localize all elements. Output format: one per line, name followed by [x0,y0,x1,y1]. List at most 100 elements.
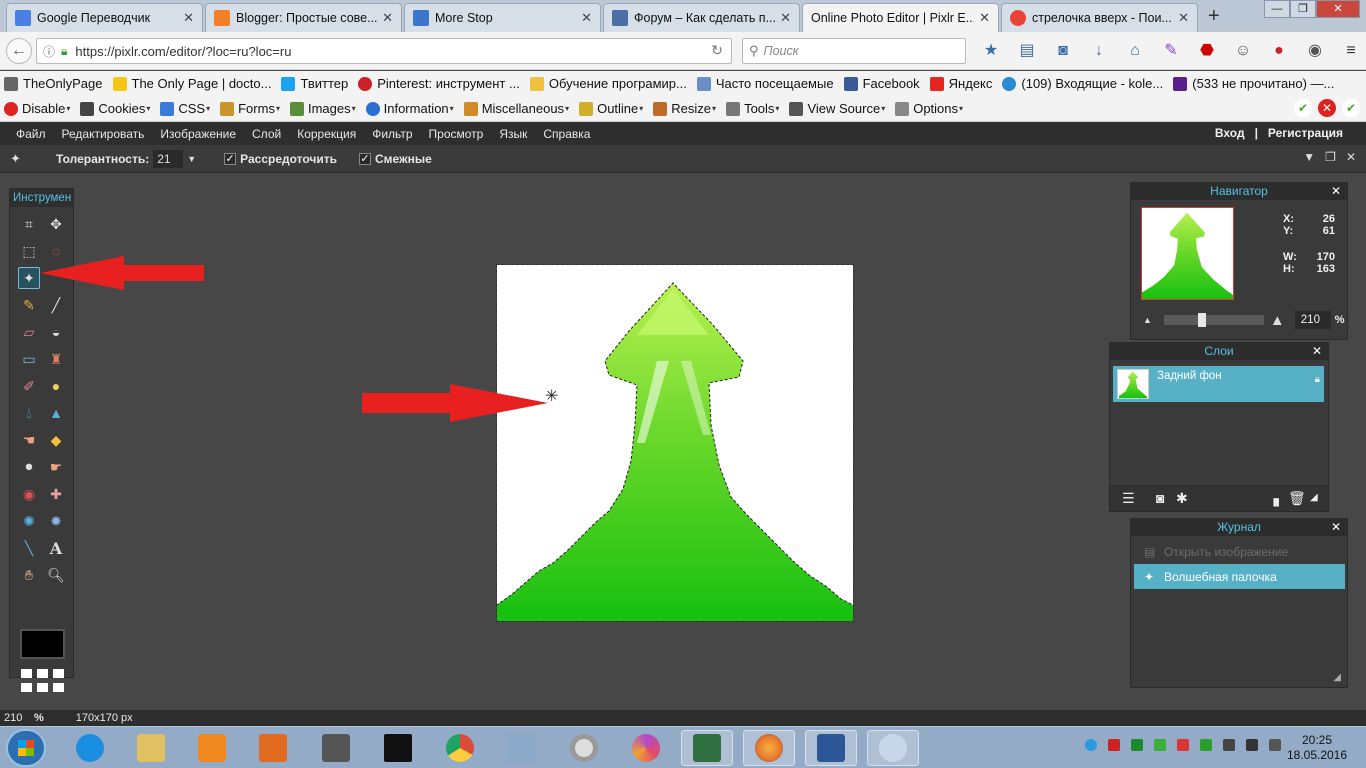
check-icon[interactable]: ✔ [1294,99,1312,117]
sync-icon[interactable] [1200,739,1212,751]
bookmark-item[interactable]: TheOnlyPage [4,76,103,91]
menu-language[interactable]: Язык [491,127,535,141]
internet-explorer-icon[interactable] [64,730,116,766]
menu-view[interactable]: Просмотр [421,127,492,141]
hand-icon[interactable]: ✋︎ [18,564,40,586]
layer-settings-icon[interactable]: ☰ [1122,490,1135,507]
status-zoom[interactable]: 210 [4,712,34,724]
menu-filter[interactable]: Фильтр [364,127,420,141]
paint-icon[interactable] [867,730,919,766]
calculator-icon[interactable] [495,730,547,766]
dev-menu-forms[interactable]: Forms ▾ [220,101,280,116]
network-monitor-icon[interactable] [1131,739,1143,751]
bookmark-item[interactable]: Facebook [843,76,920,91]
bookmark-item[interactable]: (533 не прочитано) —... [1173,76,1334,91]
checkmark-icon[interactable] [1154,739,1166,751]
window-close-icon[interactable]: ✕ [1316,0,1360,18]
reload-icon[interactable]: ↻ [711,42,723,59]
blocked-icon[interactable] [1177,739,1189,751]
maximize-icon[interactable]: ❐ [1290,0,1316,18]
browser-tab-active[interactable]: Online Photo Editor | Pixlr E... ✕ [802,3,999,32]
dev-menu-tools[interactable]: Tools ▾ [726,101,779,116]
bookmark-item[interactable]: Твиттер [281,76,348,91]
close-icon[interactable]: ✕ [1331,519,1341,536]
dev-menu-resize[interactable]: Resize ▾ [653,101,716,116]
clone-stamp-icon[interactable]: ♜ [45,348,67,370]
browser-tab[interactable]: Google Переводчик ✕ [6,3,203,32]
download-icon[interactable]: ↓ [1086,40,1112,62]
bookmark-item[interactable]: (109) Входящие - kole... [1002,76,1163,91]
text-icon[interactable]: A [45,537,67,559]
sponge-icon[interactable]: ◆ [45,429,67,451]
bloat-icon[interactable]: ✺ [18,510,40,532]
menu-adjustment[interactable]: Коррекция [289,127,364,141]
close-icon[interactable]: ✕ [1312,343,1322,360]
history-item-active[interactable]: ✦ Волшебная палочка [1134,564,1345,589]
telegram-icon[interactable] [1085,739,1097,751]
menu-image[interactable]: Изображение [152,127,244,141]
layer-item[interactable]: Задний фон 🔒︎ [1113,366,1324,402]
menu-layer[interactable]: Слой [244,127,289,141]
zoom-icon[interactable]: 🔍︎ [45,564,67,586]
check-icon[interactable]: ✔ [1342,99,1360,117]
feather-icon[interactable]: ✎ [1158,40,1184,62]
login-link[interactable]: Вход [1215,126,1245,140]
command-prompt-icon[interactable] [372,730,424,766]
menu-help[interactable]: Справка [535,127,598,141]
pinch-icon[interactable]: ✹ [45,510,67,532]
register-link[interactable]: Регистрация [1268,126,1343,140]
eyedropper-icon[interactable]: ╲ [18,537,40,559]
dev-menu-css[interactable]: CSS ▾ [160,101,210,116]
new-layer-icon[interactable]: ▗ [1268,490,1279,507]
close-tab-icon[interactable]: ✕ [780,10,791,26]
zoom-slider-handle[interactable] [1197,313,1206,327]
dev-menu-disable[interactable]: Disable ▾ [4,101,70,116]
back-icon[interactable]: ← [6,38,32,64]
error-icon[interactable]: ✕ [1318,99,1336,117]
marquee-icon[interactable]: ⬚ [18,240,40,262]
app-swirl-icon[interactable] [620,730,672,766]
layer-mask-icon[interactable]: ◙ [1156,490,1164,506]
dev-menu-information[interactable]: Information ▾ [365,101,454,116]
crop-icon[interactable]: ⌗ [18,213,40,235]
close-tab-icon[interactable]: ✕ [183,10,194,26]
word-icon[interactable] [805,730,857,766]
dodge-icon[interactable]: ☛ [45,456,67,478]
reading-list-icon[interactable]: ▤ [1014,40,1040,62]
chevron-down-icon[interactable]: ▼ [1303,150,1315,164]
address-bar[interactable]: ⓘ 🔒︎ https://pixlr.com/editor/?loc=ru?lo… [36,38,732,64]
info-icon[interactable]: ⓘ [43,43,55,60]
close-tab-icon[interactable]: ✕ [979,10,990,26]
task-manager-icon[interactable] [681,730,733,766]
browser-tab[interactable]: Blogger: Простые сове... ✕ [205,3,402,32]
no-signal-icon[interactable] [1108,739,1120,751]
foreground-color-swatch[interactable] [20,629,65,659]
chevron-down-icon[interactable]: ▼ [187,154,196,164]
home-icon[interactable]: ⌂ [1122,40,1148,62]
red-eye-icon[interactable]: ◉ [18,483,40,505]
opera-icon[interactable] [558,730,610,766]
chrome-icon[interactable] [434,730,486,766]
shapes-icon[interactable]: ● [45,375,67,397]
bucket-icon[interactable]: ◒ [45,321,67,343]
move-icon[interactable]: ✥ [45,213,67,235]
start-button[interactable] [6,729,46,767]
bookmark-item[interactable]: The Only Page | docto... [112,76,271,91]
close-icon[interactable]: ✕ [1346,150,1356,164]
antialias-checkbox[interactable]: ✓ Рассредоточить [224,152,337,166]
resize-grip-icon[interactable]: ◢ [1310,492,1318,503]
chat-icon[interactable]: ☺ [1230,40,1256,62]
volume-icon[interactable] [1269,739,1281,751]
layer-style-icon[interactable]: ✱ [1176,490,1188,507]
zoom-slider[interactable] [1163,313,1264,327]
menu-edit[interactable]: Редактировать [54,127,153,141]
toolbox-layout-icon[interactable] [21,669,65,693]
zoom-in-icon[interactable]: ▲ [1270,312,1285,329]
close-tab-icon[interactable]: ✕ [581,10,592,26]
history-item[interactable]: ▤ Открыть изображение [1134,539,1345,564]
firefox-icon[interactable] [743,730,795,766]
browser-tab[interactable]: стрелочка вверх - Пои... ✕ [1001,3,1198,32]
adblock-icon[interactable]: ⬣ [1194,40,1220,62]
bookmark-star-icon[interactable]: ★ [978,40,1004,62]
toolbox-app-icon[interactable] [247,730,299,766]
